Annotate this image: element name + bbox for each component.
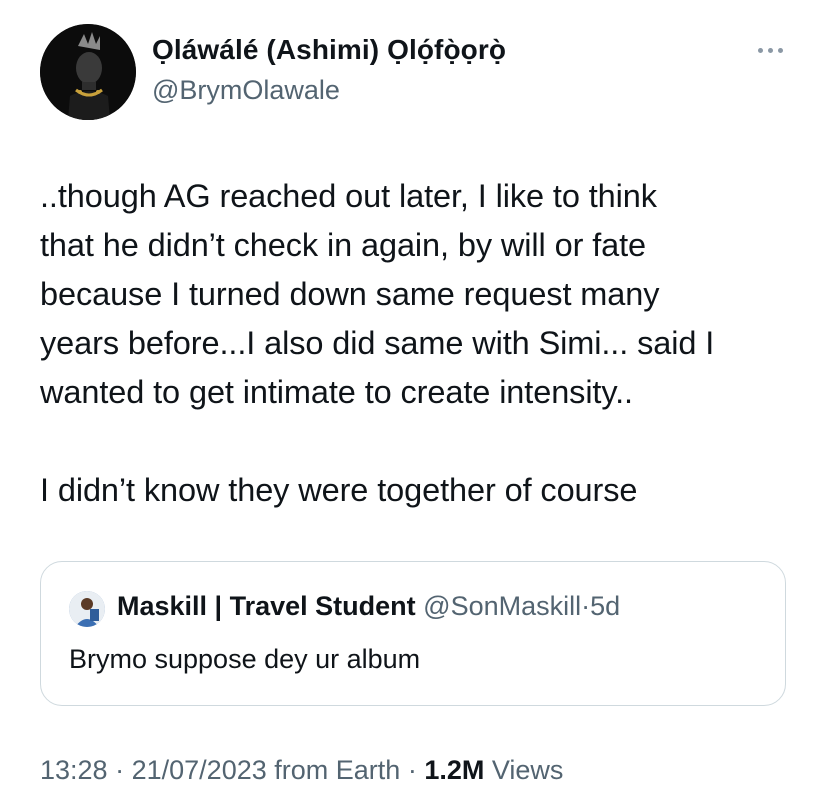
tweet-date[interactable]: 21/07/2023	[132, 755, 267, 785]
more-options-icon[interactable]	[754, 42, 786, 58]
avatar-portrait-icon	[40, 24, 136, 120]
separator-dot: ·	[407, 755, 417, 785]
separator-dot: ·	[581, 591, 591, 621]
quoted-tweet-header: Maskill | Travel Student @SonMaskill·5d	[117, 591, 620, 622]
tweet-meta: 13:28 · 21/07/2023 from Earth · 1.2M Vie…	[40, 755, 563, 786]
quoted-tweet-time[interactable]: 5d	[590, 591, 620, 621]
author-handle[interactable]: @BrymOlawale	[152, 75, 340, 106]
quoted-author-avatar[interactable]	[69, 591, 105, 627]
tweet-time[interactable]: 13:28	[40, 755, 108, 785]
author-display-name[interactable]: Ọláwálé (Ashimi) Ọlọ́fọ̀ọrọ̀	[152, 34, 506, 66]
tweet-text: ..though AG reached out later, I like to…	[40, 178, 715, 508]
separator-dot: ·	[115, 755, 125, 785]
views-label: Views	[491, 755, 564, 785]
quoted-author-handle[interactable]: @SonMaskill	[423, 591, 581, 621]
dot	[767, 47, 773, 53]
dot	[757, 47, 763, 53]
views-count[interactable]: 1.2M	[424, 755, 484, 785]
author-avatar[interactable]	[40, 24, 136, 120]
tweet-source: from Earth	[274, 755, 401, 785]
dot	[777, 47, 783, 53]
quoted-tweet-card[interactable]: Maskill | Travel Student @SonMaskill·5d …	[40, 561, 786, 706]
quoted-author-name[interactable]: Maskill | Travel Student	[117, 591, 416, 621]
quoted-tweet-text: Brymo suppose dey ur album	[69, 644, 421, 674]
avatar-portrait-icon	[69, 591, 105, 627]
